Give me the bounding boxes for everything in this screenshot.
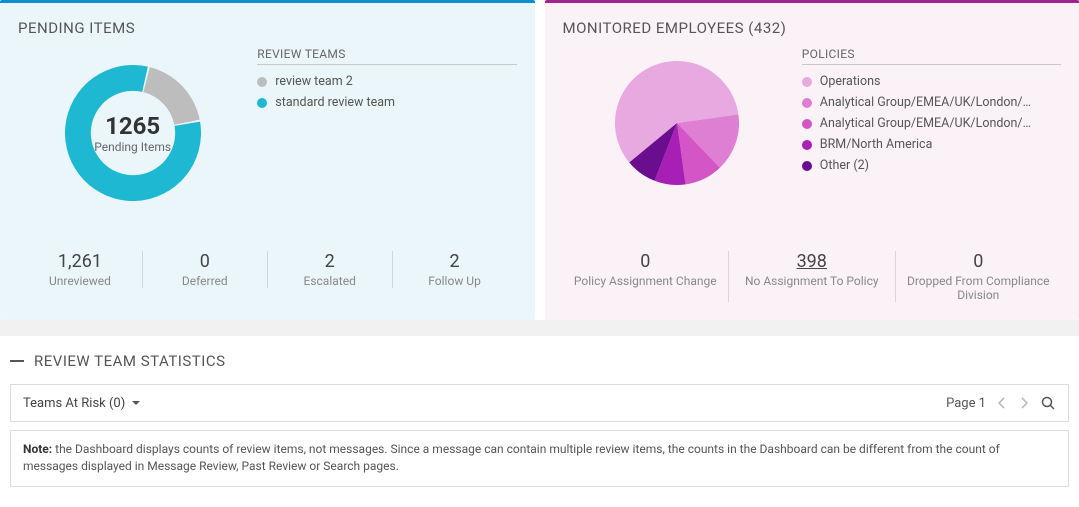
legend-dot-icon [802, 77, 812, 87]
stat-label: Unreviewed [24, 274, 136, 288]
review-teams-legend-title: REVIEW TEAMS [257, 47, 516, 65]
stat-label: Dropped From Compliance Division [902, 274, 1056, 302]
pending-stats-row: 1,261 Unreviewed 0 Deferred 2 Escalated 2 Follo… [18, 237, 517, 306]
legend-label: Other (2) [820, 158, 869, 173]
stat-item[interactable]: 0 Deferred [142, 251, 267, 288]
legend-dot-icon [257, 98, 267, 108]
policies-legend: Operations Analytical Group/EMEA/UK/Londo… [802, 71, 1061, 176]
stat-value: 2 [399, 251, 511, 272]
review-team-statistics-header[interactable]: REVIEW TEAM STATISTICS [0, 336, 1079, 380]
note-bold: Note: [23, 442, 52, 456]
review-team-statistics-toolbar: Teams At Risk (0) Page 1 [10, 384, 1069, 422]
pending-donut-chart[interactable]: 1265 Pending Items [18, 47, 247, 227]
stat-value: 398 [735, 251, 889, 272]
monitored-stats-row: 0 Policy Assignment Change 398 No Assignmen… [563, 237, 1062, 320]
dashboard-note: Note: the Dashboard displays counts of r… [10, 430, 1069, 487]
stat-item[interactable]: 0Dropped From Compliance Division [895, 251, 1062, 302]
legend-label: Operations [820, 74, 881, 89]
legend-dot-icon [802, 140, 812, 150]
legend-item[interactable]: BRM/North America [802, 134, 1061, 155]
stat-item[interactable]: 0 Policy Assignment Change [563, 251, 729, 302]
pending-items-card: PENDING ITEMS 1265 Pending Items REVIEW … [0, 0, 535, 320]
legend-label: standard review team [275, 95, 395, 110]
dashboard-cards-row: PENDING ITEMS 1265 Pending Items REVIEW … [0, 0, 1079, 320]
page-indicator: Page 1 [946, 396, 986, 411]
review-teams-legend: review team 2 standard review team [257, 71, 516, 113]
stat-label: Escalated [274, 274, 386, 288]
chevron-down-icon [131, 398, 141, 408]
stat-value: 0 [569, 251, 723, 272]
monitored-employees-title: MONITORED EMPLOYEES (432) [563, 19, 1062, 37]
note-text: the Dashboard displays counts of review … [23, 442, 1000, 473]
stat-item[interactable]: 2 Escalated [267, 251, 392, 288]
legend-item[interactable]: review team 2 [257, 71, 516, 92]
teams-at-risk-dropdown[interactable]: Teams At Risk (0) [23, 396, 141, 411]
prev-page-button[interactable] [996, 397, 1008, 409]
policies-legend-title: POLICIES [802, 47, 1061, 65]
stat-value: 0 [149, 251, 261, 272]
legend-dot-icon [802, 119, 812, 129]
stat-label: No Assignment To Policy [735, 274, 889, 288]
next-page-button[interactable] [1018, 397, 1030, 409]
stat-label: Deferred [149, 274, 261, 288]
donut-total: 1265 [105, 112, 160, 140]
legend-label: review team 2 [275, 74, 353, 89]
legend-item[interactable]: Operations [802, 71, 1061, 92]
stat-value: 0 [902, 251, 1056, 272]
legend-item[interactable]: Other (2) [802, 155, 1061, 176]
legend-item[interactable]: Analytical Group/EMEA/UK/London/… [802, 113, 1061, 134]
stat-value: 2 [274, 251, 386, 272]
monitored-employees-card: MONITORED EMPLOYEES (432) POLICIES Opera… [545, 0, 1079, 320]
legend-item[interactable]: Analytical Group/EMEA/UK/London/… [802, 92, 1061, 113]
stat-label: Follow Up [399, 274, 511, 288]
legend-dot-icon [802, 161, 812, 171]
stat-label: Policy Assignment Change [569, 274, 723, 288]
pending-items-title: PENDING ITEMS [18, 19, 517, 37]
legend-item[interactable]: standard review team [257, 92, 516, 113]
search-icon[interactable] [1040, 395, 1056, 411]
teams-at-risk-label: Teams At Risk (0) [23, 396, 125, 411]
donut-sublabel: Pending Items [94, 140, 171, 154]
legend-dot-icon [802, 98, 812, 108]
review-team-statistics-title: REVIEW TEAM STATISTICS [34, 352, 226, 370]
donut-center: 1265 Pending Items [53, 53, 213, 213]
legend-label: BRM/North America [820, 137, 933, 152]
monitored-pie-chart[interactable] [563, 47, 792, 227]
stat-item[interactable]: 1,261 Unreviewed [18, 251, 142, 288]
collapse-icon[interactable] [10, 360, 24, 362]
legend-label: Analytical Group/EMEA/UK/London/… [820, 116, 1031, 131]
stat-value: 1,261 [24, 251, 136, 272]
stat-item[interactable]: 2 Follow Up [392, 251, 517, 288]
section-divider [0, 320, 1079, 336]
legend-label: Analytical Group/EMEA/UK/London/… [820, 95, 1031, 110]
legend-dot-icon [257, 77, 267, 87]
stat-item[interactable]: 398 No Assignment To Policy [728, 251, 895, 302]
